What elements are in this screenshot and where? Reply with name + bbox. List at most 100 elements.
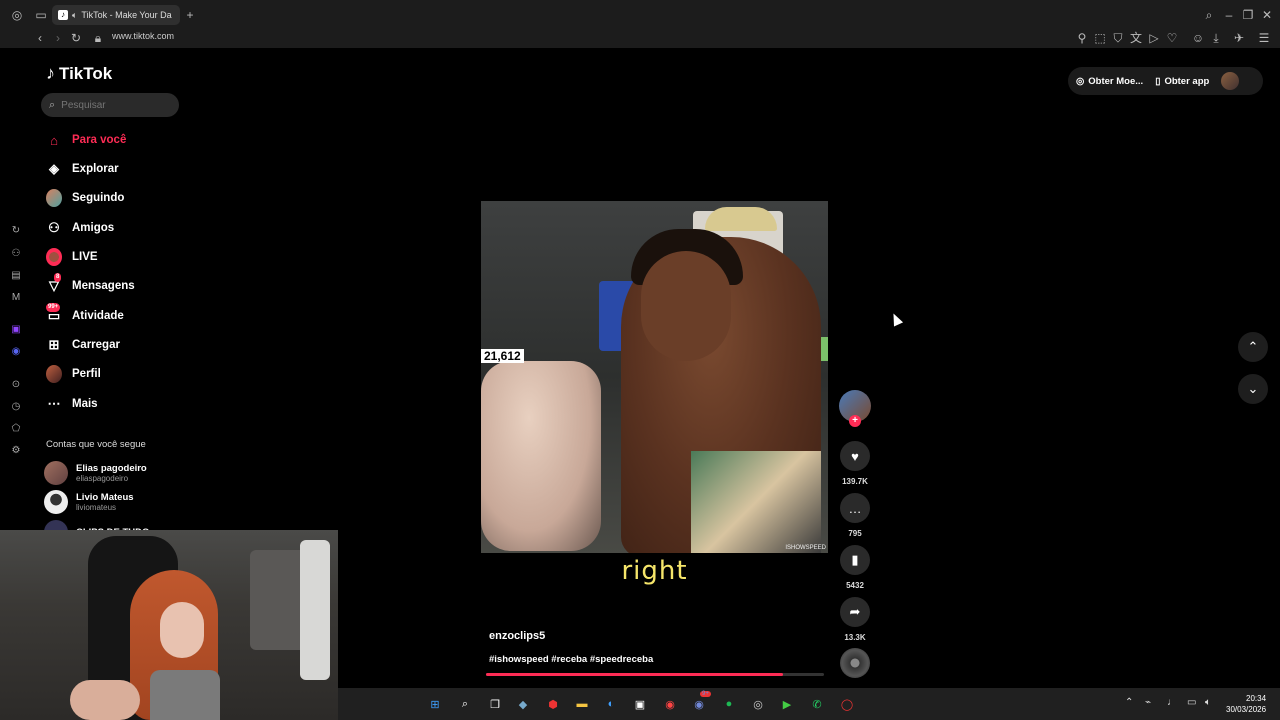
shield-icon[interactable]: ⛉: [1111, 31, 1125, 45]
reload-icon[interactable]: ↻: [69, 31, 83, 45]
nav-atividade[interactable]: ▭ 99+ Atividade: [46, 303, 124, 327]
comment-icon: …: [848, 500, 862, 516]
like-button[interactable]: ♥: [840, 441, 870, 471]
nav-live[interactable]: LIVE: [46, 246, 98, 268]
taskbar-clock[interactable]: 20:34 30/03/2026: [1226, 693, 1266, 715]
following-item[interactable]: Livio Mateus liviomateus: [44, 490, 134, 514]
app-red-icon[interactable]: ⬢: [544, 695, 562, 713]
chrome-icon[interactable]: ◉: [661, 695, 679, 713]
follow-plus-icon[interactable]: +: [849, 415, 861, 427]
video-author[interactable]: enzoclips5: [489, 630, 545, 642]
next-video-button[interactable]: ⌄: [1238, 374, 1268, 404]
more-icon: ⋯: [47, 396, 61, 411]
account-icon[interactable]: ☺: [1191, 31, 1205, 45]
obs-icon[interactable]: ◎: [749, 695, 767, 713]
task-view-icon[interactable]: ❐: [486, 695, 504, 713]
following-avatar-icon: [46, 189, 62, 207]
nav-carregar[interactable]: ⊞ Carregar: [46, 334, 120, 356]
video-hashtags[interactable]: #ishowspeed #receba #speedreceba: [489, 654, 653, 665]
back-icon[interactable]: ‹: [33, 31, 47, 45]
translate-icon[interactable]: 文: [1129, 31, 1143, 45]
settings-icon[interactable]: ⚙: [10, 445, 22, 457]
url-field[interactable]: www.tiktok.com: [112, 31, 174, 41]
taskbar-search-icon[interactable]: ⌕: [456, 695, 474, 713]
nav-mais[interactable]: ⋯ Mais: [46, 393, 98, 415]
tray-display-icon[interactable]: ▭: [1187, 697, 1196, 708]
whatsapp-icon[interactable]: ✆: [808, 695, 826, 713]
robot-icon[interactable]: ⚇: [10, 248, 22, 260]
play-icon[interactable]: ▷: [1147, 31, 1161, 45]
nav-label: LIVE: [72, 251, 98, 263]
download-icon[interactable]: ⤓: [1209, 31, 1223, 45]
nav-label: Mais: [72, 398, 98, 410]
nav-mensagens[interactable]: ▽ 8 Mensagens: [46, 273, 135, 297]
opera-icon[interactable]: ◯: [838, 695, 856, 713]
nav-perfil[interactable]: Perfil: [46, 363, 101, 385]
video-player[interactable]: 21,612 ISHOWSPEED: [481, 201, 828, 553]
edge-icon[interactable]: ◐: [602, 695, 620, 713]
music-disc-icon[interactable]: [840, 648, 870, 678]
mail-icon[interactable]: M: [10, 292, 22, 304]
nav-explorar[interactable]: ◈ Explorar: [46, 158, 119, 180]
nav-label: Mensagens: [72, 280, 135, 292]
share-count: 13.3K: [844, 633, 866, 642]
screenshot-icon[interactable]: ⬚: [1093, 31, 1107, 45]
menu-icon[interactable]: ☰: [1257, 31, 1271, 45]
following-item[interactable]: Elias pagodeiro eliaspagodeiro: [44, 461, 147, 485]
get-coins-button[interactable]: ◎ Obter Moe...: [1076, 76, 1143, 87]
nav-amigos[interactable]: ⚇ Amigos: [46, 217, 114, 239]
search-icon[interactable]: ⌕: [1202, 8, 1216, 22]
pin-icon[interactable]: ⚲: [1075, 31, 1089, 45]
clock-date: 30/03/2026: [1226, 705, 1267, 714]
lock-icon: 🔒︎: [94, 31, 102, 45]
extensions-icon[interactable]: ⬠: [10, 423, 22, 435]
following-username: liviomateus: [76, 503, 117, 512]
file-explorer-icon[interactable]: ▬: [573, 695, 591, 713]
tray-chevron-icon[interactable]: ⌃: [1125, 697, 1133, 708]
tiktok-favicon-icon: ♪: [58, 10, 68, 20]
forward-icon[interactable]: ›: [51, 31, 65, 45]
m365-icon[interactable]: ◆: [514, 695, 532, 713]
heart-icon[interactable]: ♡: [1165, 31, 1179, 45]
tray-network-icon[interactable]: ⌁: [1145, 697, 1151, 708]
plus-icon[interactable]: +: [183, 8, 197, 22]
tab-tiktok[interactable]: ♪ 🔈︎ TikTok - Make Your Da: [52, 5, 180, 25]
nav-para-voce[interactable]: ⌂ Para você: [46, 129, 126, 151]
player-icon[interactable]: ⊙: [10, 379, 22, 391]
comment-button[interactable]: …: [840, 493, 870, 523]
search-box[interactable]: ⌕: [41, 93, 179, 117]
avatar: [44, 461, 68, 485]
save-button[interactable]: ▮: [840, 545, 870, 575]
discord-taskbar-icon[interactable]: ◉ 9+: [690, 691, 711, 713]
game-icon[interactable]: ▶: [778, 695, 796, 713]
windows-start-icon[interactable]: ⊞: [426, 695, 444, 713]
discord-icon[interactable]: ◉: [10, 346, 22, 358]
minimize-icon[interactable]: –: [1222, 8, 1236, 22]
close-icon[interactable]: ✕: [1260, 8, 1274, 22]
store-icon[interactable]: ▣: [631, 695, 649, 713]
activity-icon: ▭ 99+: [46, 303, 61, 323]
tray-volume-icon[interactable]: 🔈︎: [1205, 697, 1211, 708]
spotify-icon[interactable]: ●: [720, 695, 738, 713]
twitch-icon[interactable]: ▣: [10, 324, 22, 336]
refresh-panel-icon[interactable]: ↻: [10, 225, 22, 237]
tiktok-logo[interactable]: ♪ TikTok: [46, 63, 112, 84]
nav-label: Explorar: [72, 163, 119, 175]
nav-seguindo[interactable]: Seguindo: [46, 187, 124, 209]
tab-overview-icon[interactable]: ▭: [34, 8, 48, 22]
restore-icon[interactable]: ❐: [1241, 8, 1255, 22]
history-icon[interactable]: ◷: [10, 401, 22, 413]
share-button[interactable]: ➦: [840, 597, 870, 627]
mouse-cursor: [888, 311, 904, 327]
profile-avatar[interactable]: [1221, 72, 1240, 90]
notes-icon[interactable]: ▤: [10, 270, 22, 282]
search-input[interactable]: [61, 99, 162, 111]
previous-video-button[interactable]: ⌃: [1238, 332, 1268, 362]
get-app-button[interactable]: ▯ Obter app: [1155, 76, 1209, 87]
tray-mic-icon[interactable]: ♩: [1167, 697, 1177, 708]
comment-count: 795: [848, 529, 862, 538]
clock-time: 20:34: [1246, 694, 1267, 703]
ai-icon[interactable]: ✈: [1229, 31, 1249, 45]
heart-icon: ♥: [851, 448, 859, 464]
browser-menu-icon[interactable]: ◎: [10, 8, 24, 22]
